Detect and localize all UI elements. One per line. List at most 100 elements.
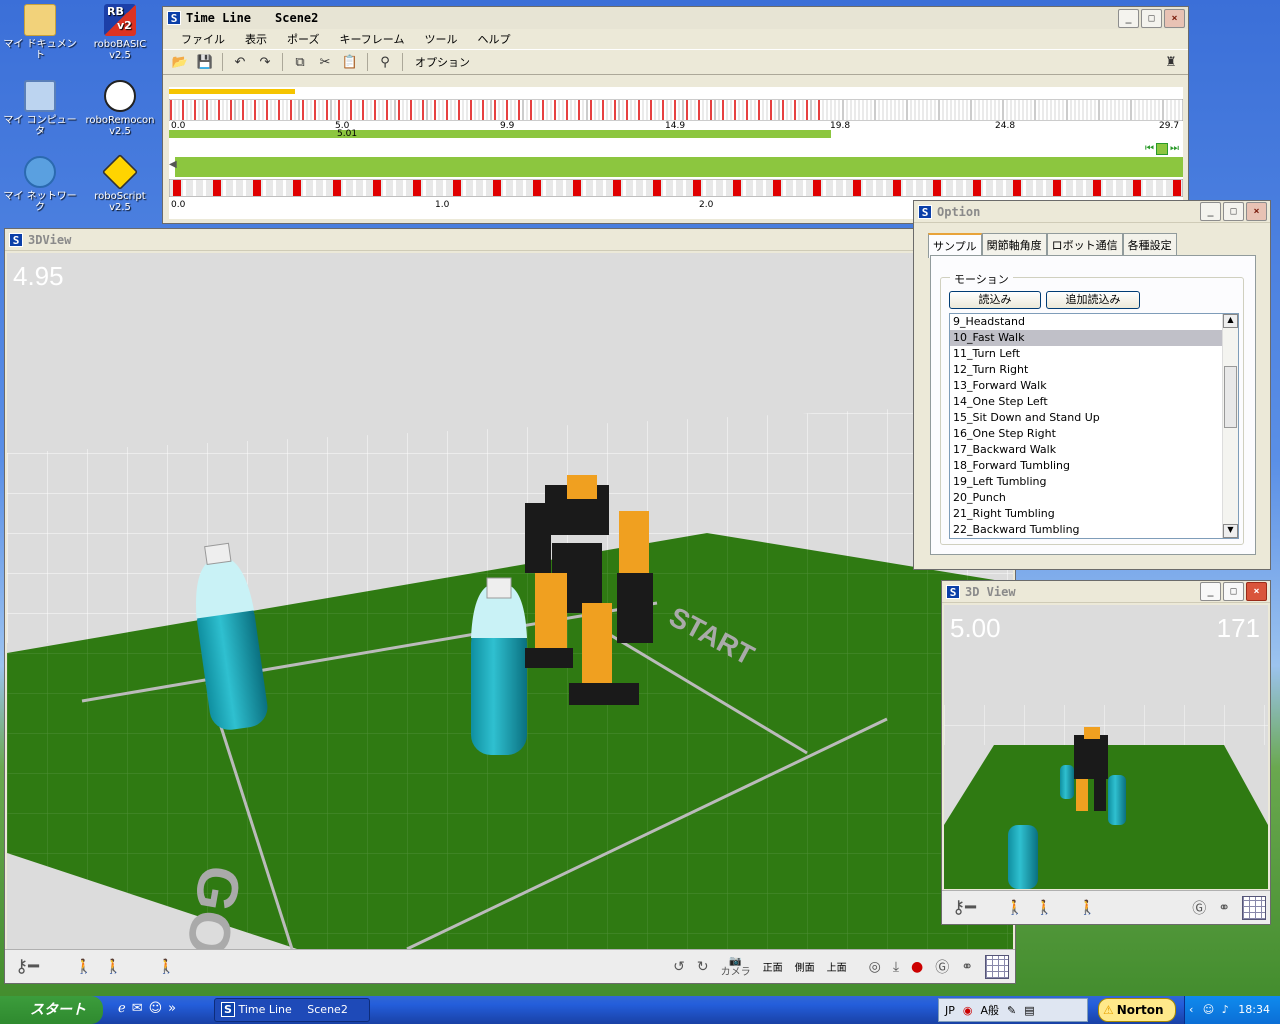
gravity-icon[interactable]: Ⓖ xyxy=(1192,898,1206,918)
playback-range-bar[interactable] xyxy=(169,130,831,138)
quick-launch-more-icon[interactable]: » xyxy=(168,1001,176,1016)
list-scrollbar[interactable]: ▲ ▼ xyxy=(1222,314,1238,538)
grid-toggle-icon[interactable] xyxy=(985,954,1009,979)
motion-list-item[interactable]: 10_Fast Walk xyxy=(950,330,1238,346)
maximize-button[interactable]: □ xyxy=(1141,8,1162,28)
norton-notification[interactable]: ⚠ Norton xyxy=(1098,998,1176,1022)
menu-tools[interactable]: ツール xyxy=(414,31,467,47)
3d-viewport[interactable]: GOAL START 4.95 xyxy=(7,253,1013,949)
grid-toggle-icon[interactable] xyxy=(1242,895,1266,920)
ime-pad-icon[interactable]: ✎ xyxy=(1007,1004,1016,1017)
stop-icon[interactable] xyxy=(1156,143,1168,155)
desktop-icon-robobasic[interactable]: RB v2 roboBASIC v2.5 xyxy=(82,4,158,61)
minimize-button[interactable]: _ xyxy=(1200,202,1221,221)
start-button[interactable]: スタート xyxy=(0,996,103,1024)
link-icon[interactable]: ⚭ xyxy=(1218,900,1230,916)
outlook-icon[interactable]: ✉ xyxy=(132,1001,143,1016)
scroll-up-icon[interactable]: ▲ xyxy=(1223,314,1238,328)
add-load-button[interactable]: 追加読込み xyxy=(1046,291,1140,309)
record-icon[interactable]: ● xyxy=(911,959,923,975)
motion-list-item[interactable]: 22_Backward Tumbling xyxy=(950,522,1238,538)
menu-file[interactable]: ファイル xyxy=(171,31,235,47)
tray-sound-icon[interactable]: ♪ xyxy=(1222,1003,1229,1016)
front-view-button[interactable]: 正面 xyxy=(763,959,783,974)
desktop-icon-roboremocon[interactable]: roboRemocon v2.5 xyxy=(82,80,158,137)
lang-indicator[interactable]: JP xyxy=(945,1004,955,1017)
small-3dview-titlebar[interactable]: S 3D View _ □ × xyxy=(942,581,1270,603)
motion-list-item[interactable]: 11_Turn Left xyxy=(950,346,1238,362)
motion-list-item[interactable]: 17_Backward Walk xyxy=(950,442,1238,458)
pose-walk-icon[interactable]: 🚶 xyxy=(75,959,92,975)
pose-walk-icon[interactable]: 🚶 xyxy=(1006,900,1023,916)
motion-list-item[interactable]: 21_Right Tumbling xyxy=(950,506,1238,522)
gravity-icon[interactable]: Ⓖ xyxy=(935,957,949,977)
desktop-icon-my-documents[interactable]: マイ ドキュメント xyxy=(2,4,78,61)
ground-icon[interactable]: ⤓ xyxy=(893,959,899,975)
scroll-thumb[interactable] xyxy=(1224,366,1237,428)
ie-icon[interactable]: ℯ xyxy=(118,1001,126,1016)
menu-pose[interactable]: ポーズ xyxy=(277,31,329,47)
cut-icon[interactable]: ✂ xyxy=(314,51,336,73)
desktop-icon-my-network[interactable]: マイ ネットワーク xyxy=(2,156,78,213)
maximize-button[interactable]: □ xyxy=(1223,582,1244,601)
close-button[interactable]: × xyxy=(1164,8,1185,28)
motion-list-item[interactable]: 16_One Step Right xyxy=(950,426,1238,442)
go-start-icon[interactable]: ⏮ xyxy=(1145,143,1154,155)
key-icon[interactable]: ⚷━ xyxy=(952,897,976,918)
paste-icon[interactable]: 📋 xyxy=(339,51,361,73)
motion-list-item[interactable]: 15_Sit Down and Stand Up xyxy=(950,410,1238,426)
ime-icon[interactable]: ◉ xyxy=(963,1004,973,1017)
motion-list-item[interactable]: 13_Forward Walk xyxy=(950,378,1238,394)
motion-list-item[interactable]: 19_Left Tumbling xyxy=(950,474,1238,490)
motion-list-item[interactable]: 18_Forward Tumbling xyxy=(950,458,1238,474)
tray-user-icon[interactable]: ☺ xyxy=(1203,1003,1214,1016)
rotate-left-icon[interactable]: ↺ xyxy=(673,959,685,975)
open-icon[interactable]: 📂 xyxy=(169,51,191,73)
side-view-button[interactable]: 側面 xyxy=(795,959,815,974)
3dview-titlebar[interactable]: S 3DView xyxy=(5,229,1015,251)
pose-edit-icon[interactable]: 🚶 xyxy=(1035,900,1052,916)
orbit-icon[interactable]: ◎ xyxy=(869,959,881,975)
minimize-button[interactable]: _ xyxy=(1200,582,1221,601)
key-icon[interactable]: ⚷━ xyxy=(15,956,39,977)
rotate-right-icon[interactable]: ↻ xyxy=(697,959,709,975)
redo-icon[interactable]: ↷ xyxy=(254,51,276,73)
motion-list-item[interactable]: 14_One Step Left xyxy=(950,394,1238,410)
menu-view[interactable]: 表示 xyxy=(235,31,277,47)
position-arrow-icon[interactable]: ◀ xyxy=(169,159,177,170)
copy-icon[interactable]: ⧉ xyxy=(289,51,311,73)
desktop-icon-roboscript[interactable]: roboScript v2.5 xyxy=(82,153,158,213)
menu-keyframe[interactable]: キーフレーム xyxy=(329,31,414,47)
search-icon[interactable]: ⚲ xyxy=(374,51,396,73)
link-icon[interactable]: ⚭ xyxy=(961,959,973,975)
minimize-button[interactable]: _ xyxy=(1118,8,1139,28)
close-button[interactable]: × xyxy=(1246,202,1267,221)
current-position-bar[interactable] xyxy=(175,157,1183,177)
pose-edit-icon[interactable]: 🚶 xyxy=(104,959,121,975)
messenger-icon[interactable]: ☺ xyxy=(149,1001,163,1016)
motion-list-item[interactable]: 9_Headstand xyxy=(950,314,1238,330)
load-button[interactable]: 読込み xyxy=(949,291,1041,309)
ime-dict-icon[interactable]: ▤ xyxy=(1024,1004,1034,1017)
taskbar-task-timeline[interactable]: S Time Line Scene2 xyxy=(214,998,370,1022)
menu-help[interactable]: ヘルプ xyxy=(467,31,520,47)
camera-button[interactable]: 📷 カメラ xyxy=(721,956,751,978)
go-end-icon[interactable]: ⏭ xyxy=(1170,143,1179,155)
maximize-button[interactable]: □ xyxy=(1223,202,1244,221)
motion-list-item[interactable]: 12_Turn Right xyxy=(950,362,1238,378)
tray-expand-icon[interactable]: ‹ xyxy=(1189,996,1193,1024)
undo-icon[interactable]: ↶ xyxy=(229,51,251,73)
option-titlebar[interactable]: S Option _ □ × xyxy=(914,201,1270,223)
save-icon[interactable]: 💾 xyxy=(194,51,216,73)
scroll-down-icon[interactable]: ▼ xyxy=(1223,524,1238,538)
ime-mode[interactable]: A般 xyxy=(981,1002,1000,1018)
motion-list[interactable]: 9_Headstand 10_Fast Walk 11_Turn Left 12_Tu… xyxy=(949,313,1239,539)
small-3d-viewport[interactable]: 5.00 171 xyxy=(944,605,1268,889)
pose-view-icon[interactable]: 🚶 xyxy=(1079,900,1096,916)
close-button[interactable]: × xyxy=(1246,582,1267,601)
pose-view-icon[interactable]: 🚶 xyxy=(158,959,175,975)
timeline-titlebar[interactable]: S Time Line Scene2 _ □ × xyxy=(163,7,1188,29)
top-view-button[interactable]: 上面 xyxy=(827,959,847,974)
motion-list-item[interactable]: 20_Punch xyxy=(950,490,1238,506)
desktop-icon-my-computer[interactable]: マイ コンピュータ xyxy=(2,80,78,137)
